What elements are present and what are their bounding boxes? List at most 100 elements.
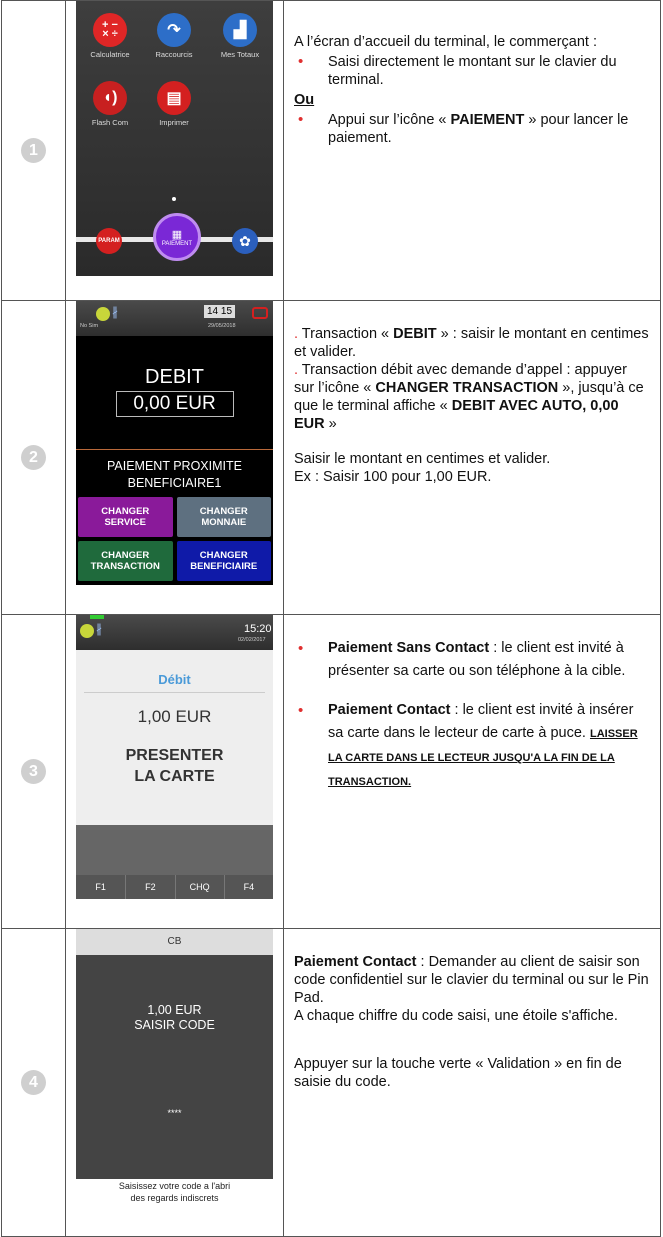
bold-run: Paiement Contact [294, 954, 417, 970]
paragraph: A chaque chiffre du code saisi, une étoi… [294, 1008, 618, 1024]
present-card-message: PRESENTER LA CARTE [76, 745, 273, 787]
app-imprimer: ▤ Imprimer [144, 81, 204, 127]
paragraph: Paiement Contact : Demander au client de… [294, 953, 650, 1007]
function-keys: F1 F2 CHQ F4 [76, 875, 273, 899]
date: 02/02/2017 [238, 637, 266, 643]
bullet-item: Paiement Contact : le client est invité … [294, 699, 650, 794]
text-run: Appui sur l’icône « [328, 112, 451, 128]
bold-run: Paiement Sans Contact [328, 640, 490, 656]
changer-monnaie-button: CHANGER MONNAIE [176, 497, 271, 537]
amount-field: 0,00 EUR [115, 391, 234, 417]
paragraph: Saisir le montant en centimes et valider… [294, 451, 551, 467]
step-number-cell: 4 [1, 928, 66, 1237]
amount: 1,00 EUR [147, 1003, 202, 1017]
key-chq: CHQ [174, 875, 224, 899]
paiement-label: PAIEMENT [161, 240, 193, 247]
message-line: LA CARTE [134, 768, 215, 785]
screenshot-cell: No Sim ∦ 14 15 29/05/2018 DEBIT 0,00 EUR… [65, 300, 284, 615]
flash-com-icon: ◖) [93, 81, 127, 115]
calculator-icon: + − × ÷ [93, 13, 127, 47]
activity-indicator [90, 615, 104, 619]
step-number-cell: 2 [1, 300, 66, 615]
app-label: Imprimer [159, 118, 189, 127]
privacy-note: Saisissez votre code a l'abri des regard… [76, 1179, 273, 1205]
bullet-item: Saisi directement le montant sur le clav… [294, 53, 650, 89]
nosim-label: No Sim [80, 323, 99, 329]
payment-terminal-icon: ▦ [171, 228, 183, 241]
transaction-label: Débit [158, 672, 191, 687]
app-label: Raccourcis [155, 50, 193, 59]
separator [84, 692, 265, 693]
pin-prompt: 1,00 EUR SAISIR CODE [76, 1003, 273, 1033]
bold-run: CHANGER TRANSACTION [375, 380, 559, 396]
paragraph: Appuyer sur la touche verte « Validation… [294, 1056, 622, 1090]
amount: 1,00 EUR [137, 707, 212, 726]
app-label: Mes Totaux [220, 50, 260, 59]
instruction-cell: A l’écran d’accueil du terminal, le comm… [283, 0, 661, 301]
bullet-list: Saisi directement le montant sur le clav… [294, 53, 650, 89]
merchant-info: PAIEMENT PROXIMITE BENEFICIAIRE1 [76, 458, 273, 492]
terminal-present-card-screen: ∦ 15:20 02/02/2017 Débit 1,00 EUR PRESEN… [76, 615, 273, 899]
key-f1: F1 [95, 882, 106, 892]
app-raccourcis: ↷ Raccourcis [144, 13, 204, 59]
app-calculatrice: + − × ÷ Calculatrice [80, 13, 140, 59]
step-row: 2 No Sim ∦ 14 15 29/05/2018 DEBIT 0,00 E… [1, 300, 661, 615]
text-run: » [324, 416, 337, 432]
dark-band [76, 825, 273, 875]
pin-stars: **** [167, 1108, 182, 1118]
text-run: Transaction « [298, 326, 394, 342]
printer-icon: ▤ [157, 81, 191, 115]
clock: 14 15 [204, 305, 236, 318]
bold-run: PAIEMENT [450, 112, 525, 128]
battery-icon [252, 307, 268, 319]
steps-table: 1 + − × ÷ Calculatrice ↷ Raccourcis ▟ Mes… [1, 0, 661, 1237]
paragraph: . Transaction « DEBIT » : saisir le mont… [294, 326, 649, 360]
separator [76, 449, 273, 450]
step-number-badge: 1 [21, 138, 46, 163]
page-dot [172, 197, 176, 201]
key-f4: F4 [223, 875, 273, 899]
info-line: PAIEMENT PROXIMITE [107, 459, 242, 473]
gear-icon: ✿ [232, 228, 258, 254]
status-bar: No Sim ∦ 14 15 29/05/2018 [76, 301, 273, 336]
app-label: Flash Com [91, 118, 129, 127]
button-grid: CHANGER SERVICE CHANGER MONNAIE CHANGER TRA… [78, 497, 271, 581]
status-bar: ∦ 15:20 02/02/2017 [76, 615, 273, 650]
signal-icon [80, 624, 94, 638]
terminal-home-screen: + − × ÷ Calculatrice ↷ Raccourcis ▟ Mes T… [76, 1, 273, 276]
paragraph: Ex : Saisir 100 pour 1,00 EUR. [294, 469, 492, 485]
step-row: 4 CB 1,00 EUR SAISIR CODE **** Saisissez… [1, 928, 661, 1237]
paragraph: . Transaction débit avec demande d’appel… [294, 362, 644, 432]
step-number-badge: 3 [21, 759, 46, 784]
param-button: PARAM [96, 228, 122, 254]
step-number-cell: 3 [1, 614, 66, 929]
document-page: 1 + − × ÷ Calculatrice ↷ Raccourcis ▟ Mes… [0, 0, 663, 1237]
key-f2: F2 [125, 875, 174, 899]
bold-run: DEBIT [393, 326, 437, 342]
changer-service-button: CHANGER SERVICE [78, 497, 173, 537]
screenshot-cell: + − × ÷ Calculatrice ↷ Raccourcis ▟ Mes T… [65, 0, 284, 301]
signal-icon [96, 307, 110, 321]
date: 29/05/2018 [208, 323, 236, 329]
instruction-cell: Paiement Sans Contact : le client est in… [283, 614, 661, 929]
screen-title: DEBIT [145, 366, 204, 388]
cb-header: CB [76, 929, 273, 955]
paiement-button: ▦ PAIEMENT [153, 213, 201, 261]
prompt: SAISIR CODE [134, 1018, 215, 1032]
screenshot-cell: CB 1,00 EUR SAISIR CODE **** Saisissez v… [65, 928, 284, 1237]
step-number-badge: 4 [21, 1070, 46, 1095]
bold-run: Paiement Contact [328, 702, 451, 718]
step-number-badge: 2 [21, 445, 46, 470]
or-label: Ou [294, 92, 315, 108]
instruction-cell: Paiement Contact : Demander au client de… [283, 928, 661, 1237]
app-mes-totaux: ▟ Mes Totaux [210, 13, 270, 59]
bullet-item: Appui sur l’icône « PAIEMENT » pour lanc… [294, 111, 650, 147]
changer-beneficiaire-button: CHANGER BENEFICIAIRE [176, 541, 271, 581]
totals-chart-icon: ▟ [223, 13, 257, 47]
intro-text: A l’écran d’accueil du terminal, le comm… [294, 34, 598, 50]
screenshot-cell: ∦ 15:20 02/02/2017 Débit 1,00 EUR PRESEN… [65, 614, 284, 929]
note-line: des regards indiscrets [130, 1193, 219, 1203]
bullet-list: Appui sur l’icône « PAIEMENT » pour lanc… [294, 111, 650, 147]
changer-transaction-button: CHANGER TRANSACTION [78, 541, 173, 581]
step-number-cell: 1 [1, 0, 66, 301]
